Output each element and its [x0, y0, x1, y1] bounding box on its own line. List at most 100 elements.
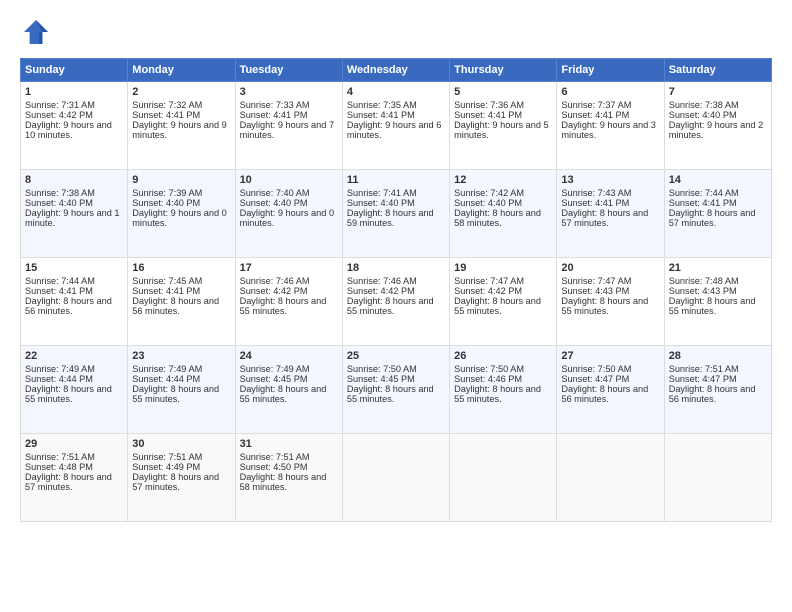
- calendar-cell: 25Sunrise: 7:50 AMSunset: 4:45 PMDayligh…: [342, 346, 449, 434]
- day-number: 29: [25, 438, 123, 450]
- day-number: 22: [25, 350, 123, 362]
- day-number: 15: [25, 262, 123, 274]
- sunrise: Sunrise: 7:36 AM: [454, 100, 524, 110]
- calendar-cell: 7Sunrise: 7:38 AMSunset: 4:40 PMDaylight…: [664, 82, 771, 170]
- sunrise: Sunrise: 7:38 AM: [25, 188, 95, 198]
- sunset: Sunset: 4:41 PM: [25, 286, 93, 296]
- header-row: SundayMondayTuesdayWednesdayThursdayFrid…: [21, 59, 772, 82]
- sunset: Sunset: 4:40 PM: [132, 198, 200, 208]
- calendar-cell: [557, 434, 664, 522]
- calendar-cell: 21Sunrise: 7:48 AMSunset: 4:43 PMDayligh…: [664, 258, 771, 346]
- sunrise: Sunrise: 7:44 AM: [25, 276, 95, 286]
- sunrise: Sunrise: 7:40 AM: [240, 188, 310, 198]
- calendar-cell: 20Sunrise: 7:47 AMSunset: 4:43 PMDayligh…: [557, 258, 664, 346]
- day-number: 14: [669, 174, 767, 186]
- day-number: 11: [347, 174, 445, 186]
- calendar-cell: 9Sunrise: 7:39 AMSunset: 4:40 PMDaylight…: [128, 170, 235, 258]
- sunrise: Sunrise: 7:49 AM: [132, 364, 202, 374]
- sunrise: Sunrise: 7:32 AM: [132, 100, 202, 110]
- sunrise: Sunrise: 7:50 AM: [454, 364, 524, 374]
- daylight: Daylight: 8 hours and 56 minutes.: [561, 384, 648, 404]
- calendar-cell: 4 Sunrise: 7:35 AMSunset: 4:41 PMDaylight…: [342, 82, 449, 170]
- col-header-tuesday: Tuesday: [235, 59, 342, 82]
- sunrise: Sunrise: 7:50 AM: [561, 364, 631, 374]
- daylight: Daylight: 8 hours and 55 minutes.: [347, 384, 434, 404]
- calendar-cell: 30Sunrise: 7:51 AMSunset: 4:49 PMDayligh…: [128, 434, 235, 522]
- sunrise: Sunrise: 7:46 AM: [240, 276, 310, 286]
- daylight: Daylight: 8 hours and 55 minutes.: [240, 296, 327, 316]
- daylight: Daylight: 9 hours and 1 minute.: [25, 208, 120, 228]
- sunset: Sunset: 4:47 PM: [561, 374, 629, 384]
- daylight: Daylight: 8 hours and 56 minutes.: [669, 384, 756, 404]
- day-number: 23: [132, 350, 230, 362]
- sunrise: Sunrise: 7:39 AM: [132, 188, 202, 198]
- sunset: Sunset: 4:45 PM: [240, 374, 308, 384]
- calendar-cell: 5Sunrise: 7:36 AMSunset: 4:41 PMDaylight…: [450, 82, 557, 170]
- day-number: 21: [669, 262, 767, 274]
- calendar-cell: 23Sunrise: 7:49 AMSunset: 4:44 PMDayligh…: [128, 346, 235, 434]
- calendar-cell: 15 Sunrise: 7:44 AMSunset: 4:41 PMDayligh…: [21, 258, 128, 346]
- sunset: Sunset: 4:41 PM: [454, 110, 522, 120]
- calendar-cell: 22Sunrise: 7:49 AMSunset: 4:44 PMDayligh…: [21, 346, 128, 434]
- daylight: Daylight: 8 hours and 59 minutes.: [347, 208, 434, 228]
- calendar-table: SundayMondayTuesdayWednesdayThursdayFrid…: [20, 58, 772, 522]
- day-number: 10: [240, 174, 338, 186]
- calendar-cell: 16Sunrise: 7:45 AMSunset: 4:41 PMDayligh…: [128, 258, 235, 346]
- sunset: Sunset: 4:41 PM: [561, 110, 629, 120]
- day-number: 28: [669, 350, 767, 362]
- calendar-cell: 12Sunrise: 7:42 AMSunset: 4:40 PMDayligh…: [450, 170, 557, 258]
- calendar-cell: 18Sunrise: 7:46 AMSunset: 4:42 PMDayligh…: [342, 258, 449, 346]
- day-number: 4: [347, 86, 445, 98]
- sunrise: Sunrise: 7:51 AM: [132, 452, 202, 462]
- sunset: Sunset: 4:41 PM: [347, 110, 415, 120]
- sunrise: Sunrise: 7:47 AM: [561, 276, 631, 286]
- week-row-3: 15Sunrise: 7:44 AMSunset: 4:41 PMDayligh…: [21, 258, 772, 346]
- day-number: 6: [561, 86, 659, 98]
- logo: [20, 16, 56, 48]
- sunrise: Sunrise: 7:47 AM: [454, 276, 524, 286]
- calendar-cell: 17Sunrise: 7:46 AMSunset: 4:42 PMDayligh…: [235, 258, 342, 346]
- sunset: Sunset: 4:44 PM: [132, 374, 200, 384]
- day-number: 12: [454, 174, 552, 186]
- calendar-cell: 27 Sunrise: 7:50 AMSunset: 4:47 PMDayligh…: [557, 346, 664, 434]
- daylight: Daylight: 8 hours and 55 minutes.: [240, 384, 327, 404]
- sunrise: Sunrise: 7:51 AM: [240, 452, 310, 462]
- daylight: Daylight: 9 hours and 6 minutes.: [347, 120, 442, 140]
- sunset: Sunset: 4:44 PM: [25, 374, 93, 384]
- daylight: Daylight: 8 hours and 56 minutes.: [25, 296, 112, 316]
- sunrise: Sunrise: 7:48 AM: [669, 276, 739, 286]
- page: SundayMondayTuesdayWednesdayThursdayFrid…: [0, 0, 792, 612]
- daylight: Daylight: 8 hours and 57 minutes.: [132, 472, 219, 492]
- day-number: 27: [561, 350, 659, 362]
- sunrise: Sunrise: 7:41 AM: [347, 188, 417, 198]
- daylight: Daylight: 8 hours and 56 minutes.: [132, 296, 219, 316]
- calendar-cell: [450, 434, 557, 522]
- col-header-friday: Friday: [557, 59, 664, 82]
- sunset: Sunset: 4:41 PM: [669, 198, 737, 208]
- sunrise: Sunrise: 7:42 AM: [454, 188, 524, 198]
- daylight: Daylight: 8 hours and 58 minutes.: [454, 208, 541, 228]
- daylight: Daylight: 9 hours and 9 minutes.: [132, 120, 227, 140]
- sunrise: Sunrise: 7:49 AM: [240, 364, 310, 374]
- day-number: 3: [240, 86, 338, 98]
- day-number: 5: [454, 86, 552, 98]
- daylight: Daylight: 8 hours and 55 minutes.: [561, 296, 648, 316]
- sunset: Sunset: 4:46 PM: [454, 374, 522, 384]
- calendar-cell: 8Sunrise: 7:38 AMSunset: 4:40 PMDaylight…: [21, 170, 128, 258]
- calendar-cell: 6Sunrise: 7:37 AMSunset: 4:41 PMDaylight…: [557, 82, 664, 170]
- calendar-cell: 28Sunrise: 7:51 AMSunset: 4:47 PMDayligh…: [664, 346, 771, 434]
- sunrise: Sunrise: 7:43 AM: [561, 188, 631, 198]
- sunset: Sunset: 4:42 PM: [454, 286, 522, 296]
- sunrise: Sunrise: 7:35 AM: [347, 100, 417, 110]
- sunset: Sunset: 4:41 PM: [561, 198, 629, 208]
- daylight: Daylight: 8 hours and 55 minutes.: [454, 296, 541, 316]
- day-number: 17: [240, 262, 338, 274]
- col-header-saturday: Saturday: [664, 59, 771, 82]
- calendar-cell: 13Sunrise: 7:43 AMSunset: 4:41 PMDayligh…: [557, 170, 664, 258]
- sunset: Sunset: 4:49 PM: [132, 462, 200, 472]
- day-number: 7: [669, 86, 767, 98]
- sunset: Sunset: 4:40 PM: [347, 198, 415, 208]
- week-row-4: 22Sunrise: 7:49 AMSunset: 4:44 PMDayligh…: [21, 346, 772, 434]
- day-number: 13: [561, 174, 659, 186]
- sunset: Sunset: 4:48 PM: [25, 462, 93, 472]
